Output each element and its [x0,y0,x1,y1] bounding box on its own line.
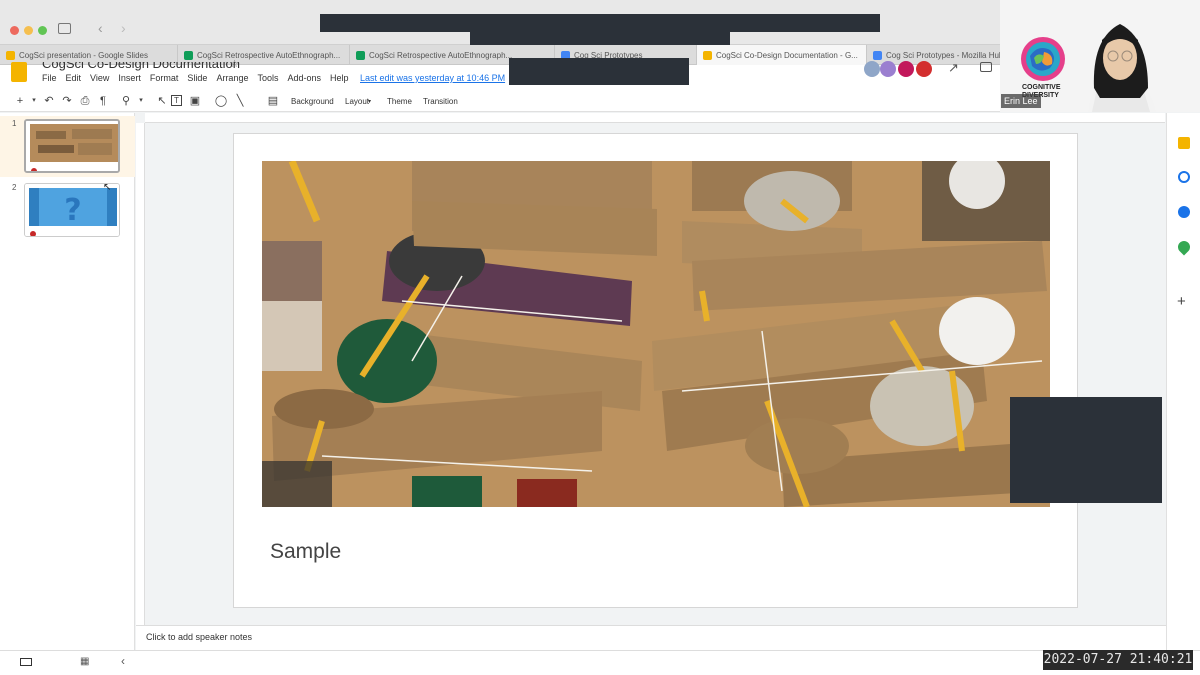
menu-help[interactable]: Help [330,73,349,83]
page-icon [873,50,882,60]
forward-arrow-icon[interactable]: › [121,20,126,36]
bottom-bar [0,650,1200,675]
collaborator-avatar[interactable] [864,61,880,77]
logo-text-line: COGNITIVE [1022,84,1061,91]
slide-caption[interactable]: Sample [270,540,341,564]
redacted-area [509,58,689,85]
shape-icon[interactable]: ◯ [214,94,228,108]
collaborator-avatar[interactable] [880,61,896,77]
redacted-area [470,14,730,46]
collapse-panel-icon[interactable]: ‹ [121,654,125,668]
speaker-notes-panel[interactable] [136,625,1166,650]
collaborator-avatar[interactable] [916,61,932,77]
theme-button[interactable]: Theme [387,97,412,106]
menu-arrange[interactable]: Arrange [216,73,248,83]
back-arrow-icon[interactable]: ‹ [98,20,103,36]
menu-addons[interactable]: Add-ons [287,73,321,83]
chevron-down-icon[interactable]: ▾ [134,94,148,108]
comments-icon[interactable] [980,62,992,72]
comment-add-icon[interactable]: ▤ [266,94,280,108]
cognitive-diversity-logo-icon [1021,37,1065,81]
tasks-icon[interactable] [1178,171,1190,183]
menu-slide[interactable]: Slide [187,73,207,83]
svg-text:?: ? [64,193,81,228]
sheets-file-icon [356,50,365,60]
vertical-ruler [136,123,145,625]
filmstrip-view-icon[interactable] [20,658,32,666]
paint-format-icon[interactable]: ¶ [96,94,110,108]
menu-bar: File Edit View Insert Format Slide Arran… [42,73,349,83]
redacted-area [1010,397,1162,503]
menu-file[interactable]: File [42,73,57,83]
redo-icon[interactable]: ↷ [60,94,74,108]
activity-trend-icon[interactable]: ↗ [948,60,959,76]
chevron-down-icon[interactable]: ▾ [368,98,371,105]
add-ons-plus-icon[interactable]: + [1177,293,1186,310]
background-button[interactable]: Background [291,97,334,106]
menu-edit[interactable]: Edit [66,73,82,83]
text-box-icon[interactable]: T [171,95,182,106]
star-icon[interactable]: ☆ [230,59,239,70]
new-slide-plus-icon[interactable]: + [13,94,27,108]
close-window-button[interactable] [10,26,19,35]
slides-logo-icon[interactable] [11,62,27,82]
grid-view-icon[interactable]: ▦ [80,656,89,667]
cardboard-prototypes-photo [262,161,1050,507]
chevron-down-icon[interactable]: ▾ [27,94,41,108]
menu-tools[interactable]: Tools [257,73,278,83]
browser-tab-active[interactable]: CogSci Co-Design Documentation - G... [697,45,867,65]
slide-photo[interactable] [262,161,1050,507]
keep-icon[interactable] [1178,137,1190,149]
zoom-window-button[interactable] [38,26,47,35]
print-icon[interactable]: ⎙ [78,94,92,108]
select-cursor-icon[interactable]: ↖ [155,94,169,108]
line-icon[interactable]: ╲ [233,94,247,108]
undo-icon[interactable]: ↶ [42,94,56,108]
minimize-window-button[interactable] [24,26,33,35]
mouse-cursor-icon: ↖ [103,182,112,193]
participant-video [1088,24,1156,112]
menu-format[interactable]: Format [150,73,179,83]
horizontal-ruler [145,113,1165,123]
contacts-icon[interactable] [1178,206,1190,218]
slides-file-icon [703,50,712,60]
image-icon[interactable]: ▣ [188,94,202,108]
slide-number: 2 [12,183,17,192]
thumbnail-photo [26,121,118,171]
recording-timestamp: 2022-07-27 21:40:21 [1043,650,1193,670]
slides-file-icon [6,50,15,60]
collaborator-avatar[interactable] [898,61,914,77]
menu-view[interactable]: View [90,73,109,83]
zoom-icon[interactable]: ⚲ [119,94,133,108]
sidebar-toggle-icon[interactable] [58,23,71,34]
last-edit-link[interactable]: Last edit was yesterday at 10:46 PM [360,73,505,83]
participant-name-label: Erin Lee [1001,94,1041,108]
slide-thumbnail-1[interactable] [24,119,120,173]
menu-insert[interactable]: Insert [118,73,141,83]
transition-button[interactable]: Transition [423,97,458,106]
sheets-file-icon [184,50,193,60]
layout-button[interactable]: Layout [345,97,369,106]
side-panel [1166,113,1200,650]
speaker-notes-placeholder[interactable]: Click to add speaker notes [146,632,252,642]
slide-number: 1 [12,119,17,128]
